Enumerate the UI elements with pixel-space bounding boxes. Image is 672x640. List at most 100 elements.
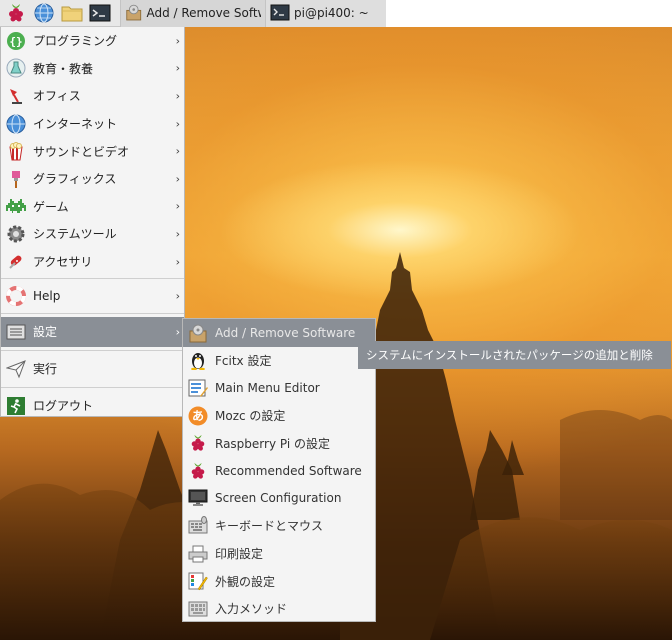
monitor-icon [187,487,209,509]
task-terminal[interactable]: pi@pi400: ~ [266,0,386,27]
paper-plane-icon [5,358,27,380]
submenu-item-label: Mozc の設定 [215,409,286,424]
desk-lamp-icon [5,85,27,107]
submenu-item-fcitx-settings[interactable]: Fcitx 設定 [183,347,375,375]
submenu-arrow-icon: › [175,117,180,131]
menu-item-internet[interactable]: インターネット › [1,110,184,138]
swiss-knife-icon [5,251,27,273]
submenu-item-label: Main Menu Editor [215,380,320,395]
mozc-icon: あ [187,405,209,427]
lifebuoy-icon [5,285,27,307]
penguin-icon [187,349,209,371]
file-manager-launcher[interactable] [60,1,84,25]
gear-icon [5,223,27,245]
menu-item-run[interactable]: 実行 [1,354,184,384]
svg-text:{}: {} [9,35,22,48]
menu-item-label: アクセサリ [33,255,93,270]
terminal-icon [89,4,111,22]
task-add-remove-software[interactable]: Add / Remove Softw... [120,0,266,27]
preferences-icon [5,321,27,343]
submenu-item-label: 入力メソッド [215,602,288,617]
flask-icon [5,57,27,79]
submenu-item-keyboard-mouse[interactable]: キーボードとマウス [183,512,375,540]
raspberry-icon [187,432,209,454]
submenu-item-screen-configuration[interactable]: Screen Configuration [183,485,375,513]
submenu-arrow-icon: › [175,227,180,241]
tooltip: システムにインストールされたパッケージの追加と削除 [358,341,671,369]
submenu-arrow-icon: › [175,199,180,213]
exit-running-man-icon [5,395,27,417]
submenu-item-label: Fcitx 設定 [215,353,272,368]
submenu-arrow-icon: › [175,89,180,103]
menu-item-graphics[interactable]: グラフィックス › [1,165,184,193]
menu-separator [1,349,184,351]
application-menu: {} プログラミング › 教育・教養 › オフィス › インターネット › サウ… [0,27,185,417]
submenu-arrow-icon: › [175,172,180,186]
menu-item-games[interactable]: ゲーム › [1,193,184,221]
web-browser-launcher[interactable] [32,1,56,25]
tooltip-text: システムにインストールされたパッケージの追加と削除 [366,348,653,362]
menu-item-sound-video[interactable]: サウンドとビデオ › [1,137,184,165]
submenu-item-label: Screen Configuration [215,491,342,506]
menu-item-label: Help [33,289,61,304]
task-label: pi@pi400: ~ [294,6,369,20]
submenu-item-label: Recommended Software [215,463,362,478]
raspberry-menu-button[interactable] [4,1,28,25]
menu-item-help[interactable]: Help › [1,282,184,310]
submenu-item-label: キーボードとマウス [215,519,324,534]
preferences-submenu: Add / Remove Software Fcitx 設定 Main Menu… [182,318,376,622]
menu-item-label: 設定 [33,325,58,340]
submenu-item-main-menu-editor[interactable]: Main Menu Editor [183,374,375,402]
menu-separator [1,312,184,314]
menu-item-office[interactable]: オフィス › [1,82,184,110]
menu-separator [1,278,184,280]
globe-icon [5,113,27,135]
menu-separator [1,386,184,388]
menu-item-logout[interactable]: ログアウト [1,391,184,421]
space-invader-icon [5,195,27,217]
submenu-item-label: 外観の設定 [215,574,276,589]
terminal-launcher[interactable] [88,1,112,25]
menu-item-preferences[interactable]: 設定 › [1,316,184,347]
submenu-item-label: 印刷設定 [215,547,264,562]
menu-item-label: システムツール [33,227,117,242]
raspberry-icon [9,4,23,22]
submenu-item-mozc-settings[interactable]: あ Mozc の設定 [183,402,375,430]
menu-item-label: プログラミング [33,34,118,49]
menu-item-label: グラフィックス [33,172,117,187]
submenu-item-label: Raspberry Pi の設定 [215,436,330,451]
menu-item-education[interactable]: 教育・教養 › [1,55,184,83]
menu-item-label: ログアウト [33,399,94,414]
programming-icon: {} [5,30,27,52]
submenu-arrow-icon: › [175,144,180,158]
paintbrush-icon [5,168,27,190]
menu-item-programming[interactable]: {} プログラミング › [1,27,184,55]
menu-item-label: サウンドとビデオ [33,144,130,159]
package-icon [187,322,209,344]
package-icon [126,4,142,21]
menu-item-label: 実行 [33,362,58,377]
menu-editor-icon [187,377,209,399]
submenu-arrow-icon: › [175,325,180,339]
submenu-arrow-icon: › [175,255,180,269]
menu-item-label: 教育・教養 [33,61,94,76]
submenu-item-recommended-software[interactable]: Recommended Software [183,457,375,485]
appearance-icon [187,570,209,592]
submenu-item-raspberry-pi-config[interactable]: Raspberry Pi の設定 [183,429,375,457]
keyboard-icon [187,598,209,620]
submenu-arrow-icon: › [175,289,180,303]
submenu-item-appearance-settings[interactable]: 外観の設定 [183,567,375,595]
taskbar: Add / Remove Softw... pi@pi400: ~ [0,0,672,27]
raspberry-icon [187,460,209,482]
menu-item-accessories[interactable]: アクセサリ › [1,248,184,276]
task-label: Add / Remove Softw... [146,6,261,20]
submenu-item-add-remove-software[interactable]: Add / Remove Software [183,319,375,347]
menu-item-label: インターネット [33,117,118,132]
submenu-item-input-method[interactable]: 入力メソッド [183,595,375,623]
submenu-item-print-settings[interactable]: 印刷設定 [183,540,375,568]
menu-item-system-tools[interactable]: システムツール › [1,220,184,248]
mozc-glyph: あ [191,409,204,424]
submenu-arrow-icon: › [175,61,180,75]
terminal-icon [270,4,290,21]
keyboard-mouse-icon [187,515,209,537]
